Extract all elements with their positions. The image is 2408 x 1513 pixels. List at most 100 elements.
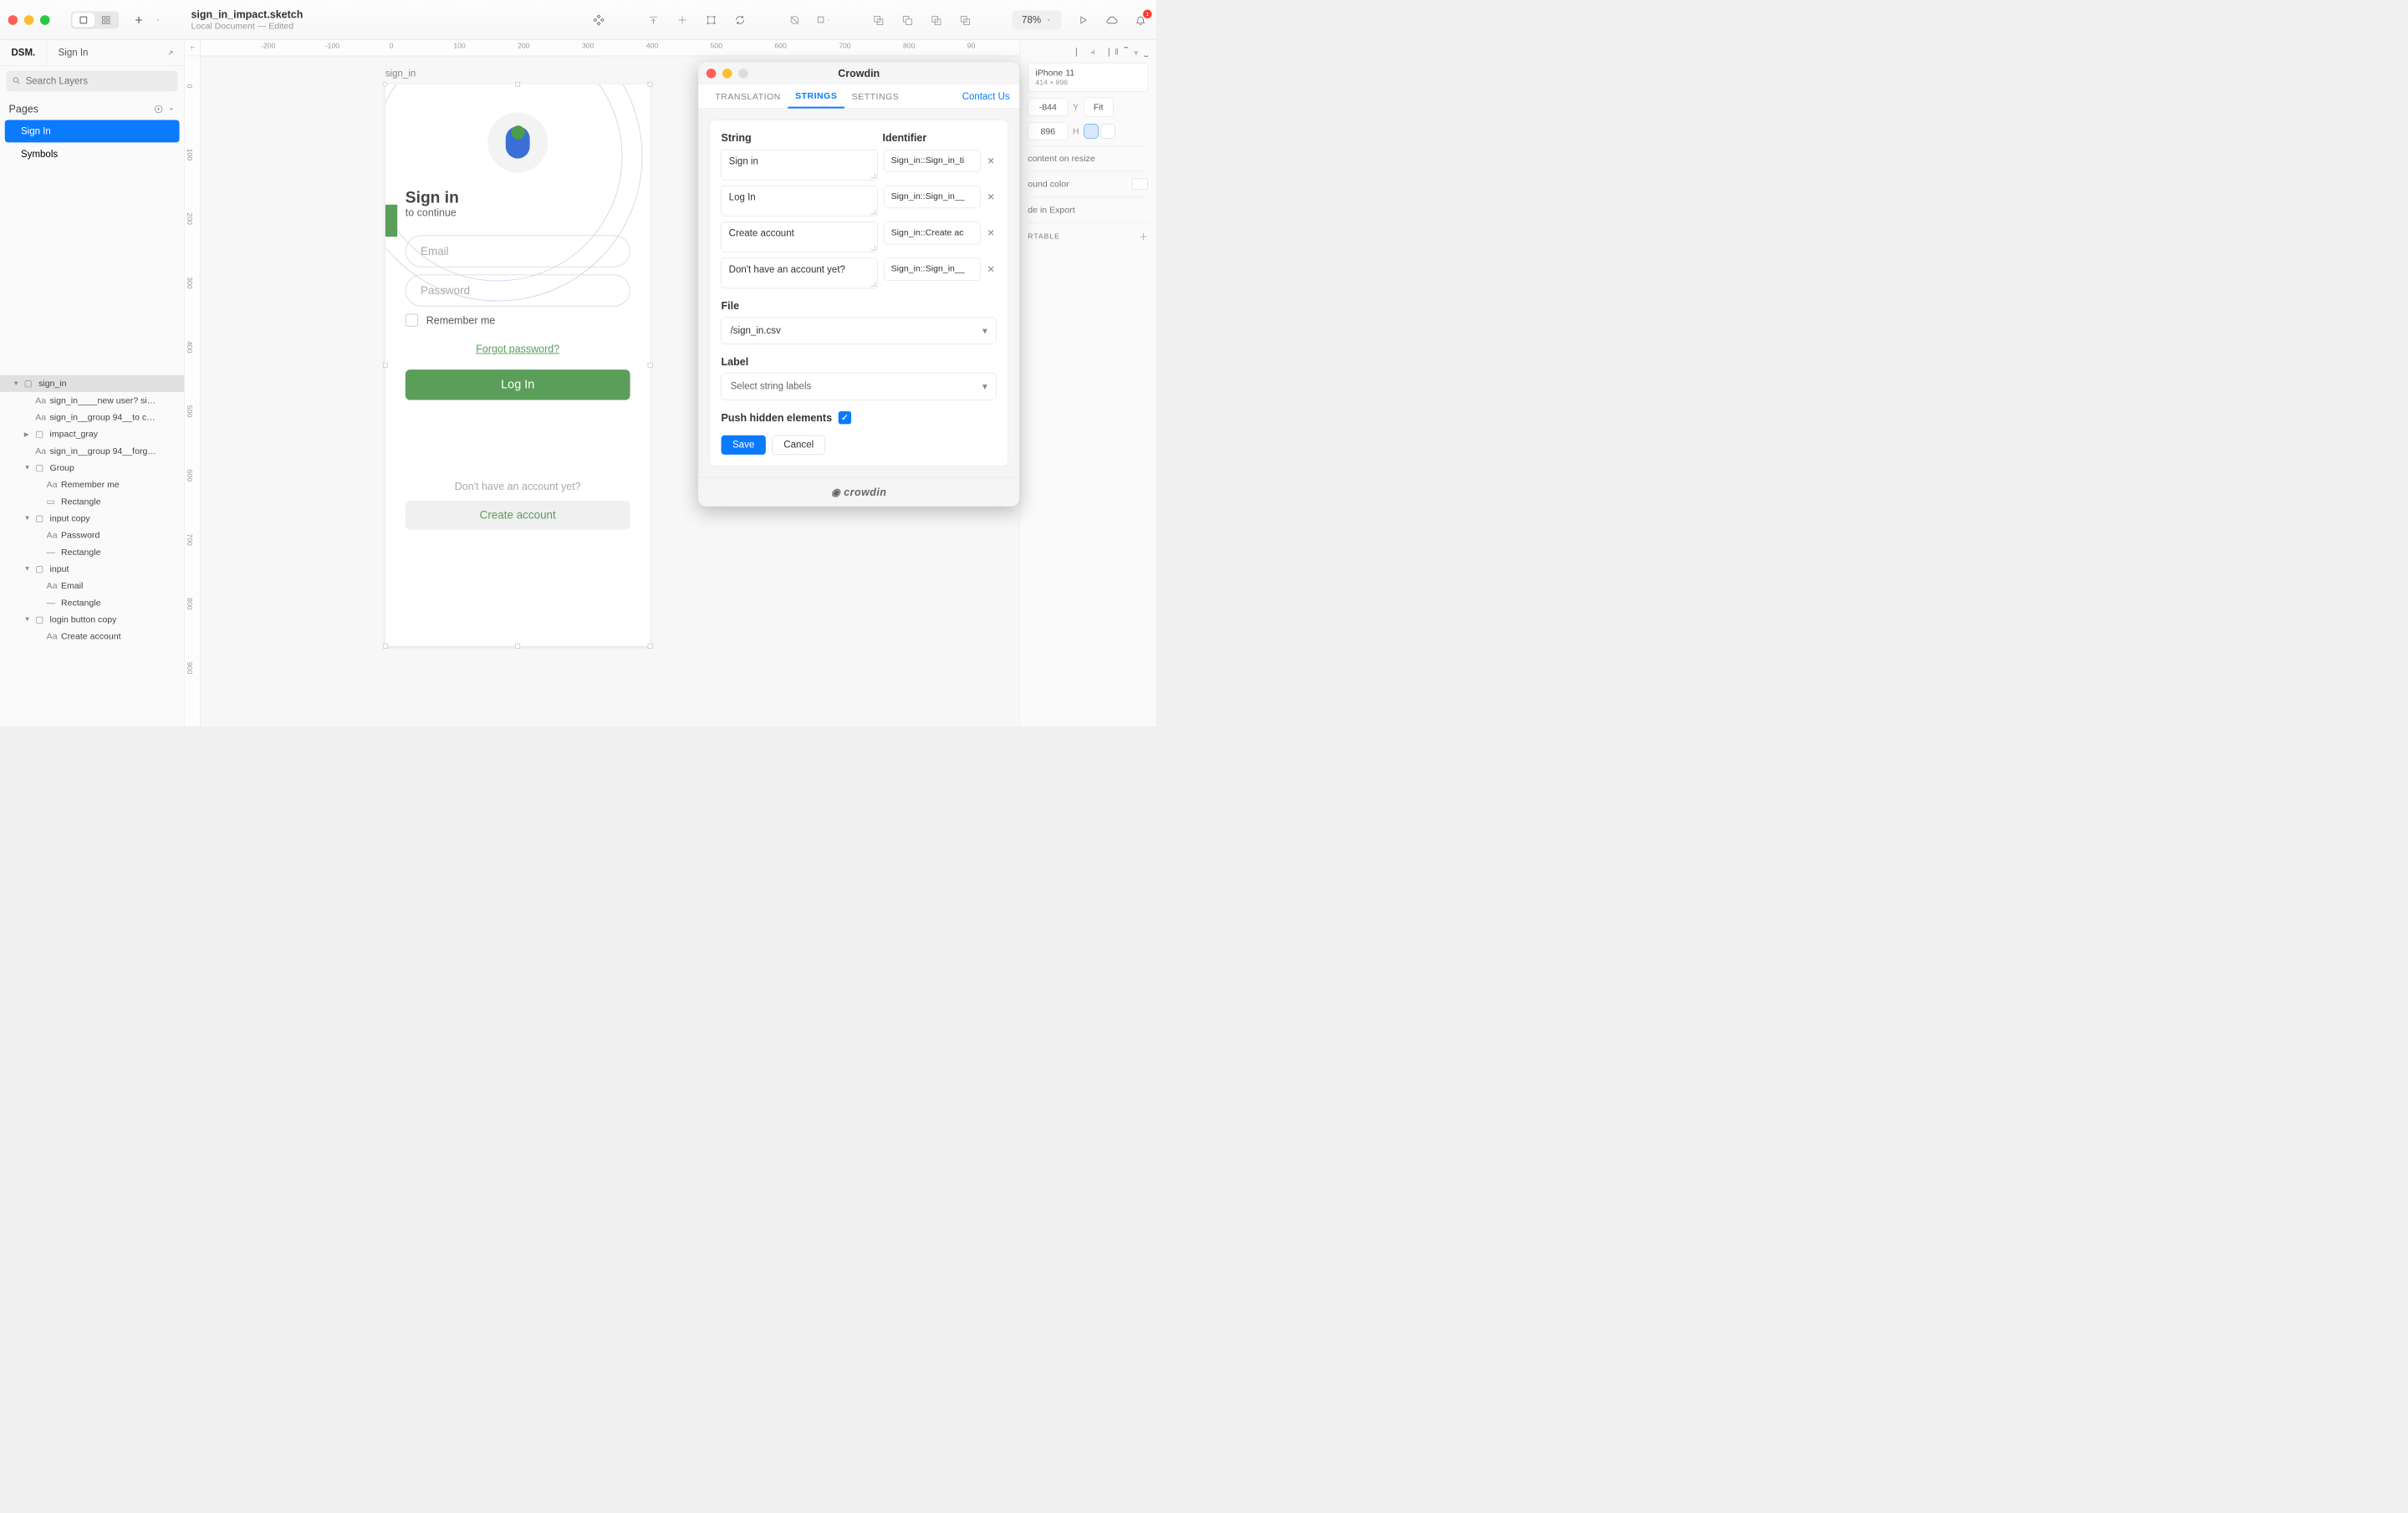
close-window[interactable] [8, 15, 18, 25]
layer-item[interactable]: —Rectangle [0, 594, 184, 611]
push-hidden-label: Push hidden elements [722, 411, 832, 424]
align-top-icon[interactable] [646, 13, 661, 27]
identifier-input[interactable]: Sign_in::Sign_in__ [884, 186, 980, 208]
sidebar-expand-icon[interactable] [156, 40, 185, 65]
file-select[interactable]: /sign_in.csv ▾ [722, 317, 997, 344]
identifier-input[interactable]: Sign_in::Create ac [884, 222, 980, 244]
align-v-icon[interactable]: ⫟ [1133, 47, 1138, 57]
layer-label: Group [50, 462, 74, 472]
layer-label: Create account [61, 631, 121, 641]
sync-icon[interactable] [732, 13, 747, 27]
remove-row-icon[interactable]: ✕ [987, 258, 997, 276]
remove-row-icon[interactable]: ✕ [987, 222, 997, 239]
string-input[interactable]: Sign in [722, 150, 878, 180]
layer-item[interactable]: ▭Rectangle [0, 493, 184, 510]
layer-item[interactable]: ▼▢login button copy [0, 611, 184, 628]
layer-item[interactable]: ▼▢sign_in [0, 375, 184, 392]
view-components[interactable] [94, 13, 117, 27]
add-page-icon[interactable] [154, 104, 164, 115]
save-button[interactable]: Save [722, 436, 766, 455]
folder-icon: ▢ [35, 614, 45, 624]
string-row: Sign in Sign_in::Sign_in_ti ✕ [722, 150, 997, 180]
device-preset-dropdown[interactable]: iPhone 11 414 × 896 [1028, 63, 1148, 92]
width-field[interactable]: 896 [1028, 122, 1068, 140]
difference-icon[interactable] [957, 13, 972, 27]
cancel-button[interactable]: Cancel [772, 436, 825, 455]
minimize-window[interactable] [24, 15, 34, 25]
align-h-icon[interactable]: ⫞ [1090, 47, 1094, 57]
subtract-icon[interactable] [900, 13, 914, 27]
layer-label: Email [61, 581, 83, 591]
sidebar-tab-dsm[interactable]: DSM. [0, 40, 47, 65]
ruler-origin[interactable] [185, 40, 201, 56]
layer-item[interactable]: ▼▢input copy [0, 510, 184, 527]
insert-dropdown[interactable] [154, 13, 162, 27]
layer-item[interactable]: Aasign_in__group 94__to c… [0, 409, 184, 425]
identifier-input[interactable]: Sign_in::Sign_in__ [884, 258, 980, 281]
align-middle-icon[interactable] [675, 13, 689, 27]
layer-item[interactable]: AaCreate account [0, 628, 184, 644]
layer-item[interactable]: ▼▢input [0, 561, 184, 578]
layer-item[interactable]: AaPassword [0, 527, 184, 543]
symbol-icon[interactable] [591, 13, 605, 27]
string-input[interactable]: Don't have an account yet? [722, 258, 878, 288]
preview-icon[interactable] [1075, 13, 1089, 27]
artboard[interactable]: Sign in to continue Email Password Remem… [385, 84, 650, 646]
string-input[interactable]: Create account [722, 222, 878, 252]
layer-item[interactable]: ▶▢impact_gray [0, 425, 184, 442]
pages-chevron-icon[interactable] [167, 105, 176, 114]
align-bottom-icon[interactable]: ⎵ [1145, 47, 1148, 57]
string-row: Don't have an account yet? Sign_in::Sign_… [722, 258, 997, 288]
text-icon: Aa [47, 530, 57, 540]
sidebar-tab-name[interactable]: Sign In [47, 40, 99, 65]
search-layers-input[interactable] [7, 70, 178, 91]
scale-icon[interactable] [816, 13, 830, 27]
layer-item[interactable]: AaRemember me [0, 476, 184, 493]
ruler-vertical: 0100200300400500600700800900 [185, 56, 201, 726]
contact-us-link[interactable]: Contact Us [962, 91, 1010, 102]
add-exportable-icon[interactable]: ＋ [1139, 230, 1148, 242]
identifier-input[interactable]: Sign_in::Sign_in_ti [884, 150, 980, 172]
push-hidden-checkbox[interactable]: ✓ [839, 411, 851, 424]
orientation-landscape[interactable] [1101, 124, 1115, 138]
align-right-icon[interactable]: ⎹ [1100, 47, 1110, 57]
x-position-field[interactable]: -844 [1028, 99, 1068, 116]
layer-item[interactable]: AaEmail [0, 578, 184, 594]
notifications-icon[interactable]: 1 [1134, 13, 1148, 27]
layer-item[interactable]: —Rectangle [0, 543, 184, 560]
layer-item[interactable]: ▼▢Group [0, 460, 184, 476]
align-top-icon[interactable]: ⎴ [1124, 47, 1127, 57]
union-icon[interactable] [871, 13, 885, 27]
tab-translation[interactable]: TRANSLATION [708, 84, 788, 108]
label-select[interactable]: Select string labels ▾ [722, 373, 997, 400]
file-section-header: File [722, 300, 997, 313]
string-input[interactable]: Log In [722, 186, 878, 216]
cloud-icon[interactable] [1105, 13, 1119, 27]
search-icon [12, 76, 21, 85]
artboard-label[interactable]: sign_in [385, 69, 416, 79]
intersect-icon[interactable] [929, 13, 943, 27]
fit-button[interactable]: Fit [1084, 98, 1114, 117]
remove-row-icon[interactable]: ✕ [987, 186, 997, 203]
left-sidebar: DSM. Sign In Pages Sign InSymbols ▼▢sign… [0, 40, 185, 726]
bg-color-swatch[interactable] [1132, 179, 1148, 190]
tab-strings[interactable]: STRINGS [788, 84, 844, 108]
file-select-value: /sign_in.csv [731, 325, 781, 336]
tab-settings[interactable]: SETTINGS [844, 84, 906, 108]
zoom-level[interactable]: 78% [1013, 10, 1062, 29]
doc-status: Local Document — Edited [191, 21, 586, 31]
insert-button[interactable] [131, 13, 145, 27]
mask-icon[interactable] [788, 13, 802, 27]
layer-item[interactable]: Aasign_in__group 94__forg… [0, 442, 184, 459]
page-item[interactable]: Symbols [5, 143, 180, 166]
layer-item[interactable]: Aasign_in____new user? si… [0, 392, 184, 409]
align-left-icon[interactable]: ⎸ [1076, 47, 1085, 57]
orientation-portrait[interactable] [1084, 124, 1098, 138]
group-icon[interactable] [704, 13, 718, 27]
align-dist-h-icon[interactable]: ‖ [1115, 47, 1118, 57]
string-row: Create account Sign_in::Create ac ✕ [722, 222, 997, 252]
remove-row-icon[interactable]: ✕ [987, 150, 997, 167]
page-item[interactable]: Sign In [5, 120, 180, 143]
view-canvas[interactable] [72, 13, 94, 27]
maximize-window[interactable] [40, 15, 50, 25]
